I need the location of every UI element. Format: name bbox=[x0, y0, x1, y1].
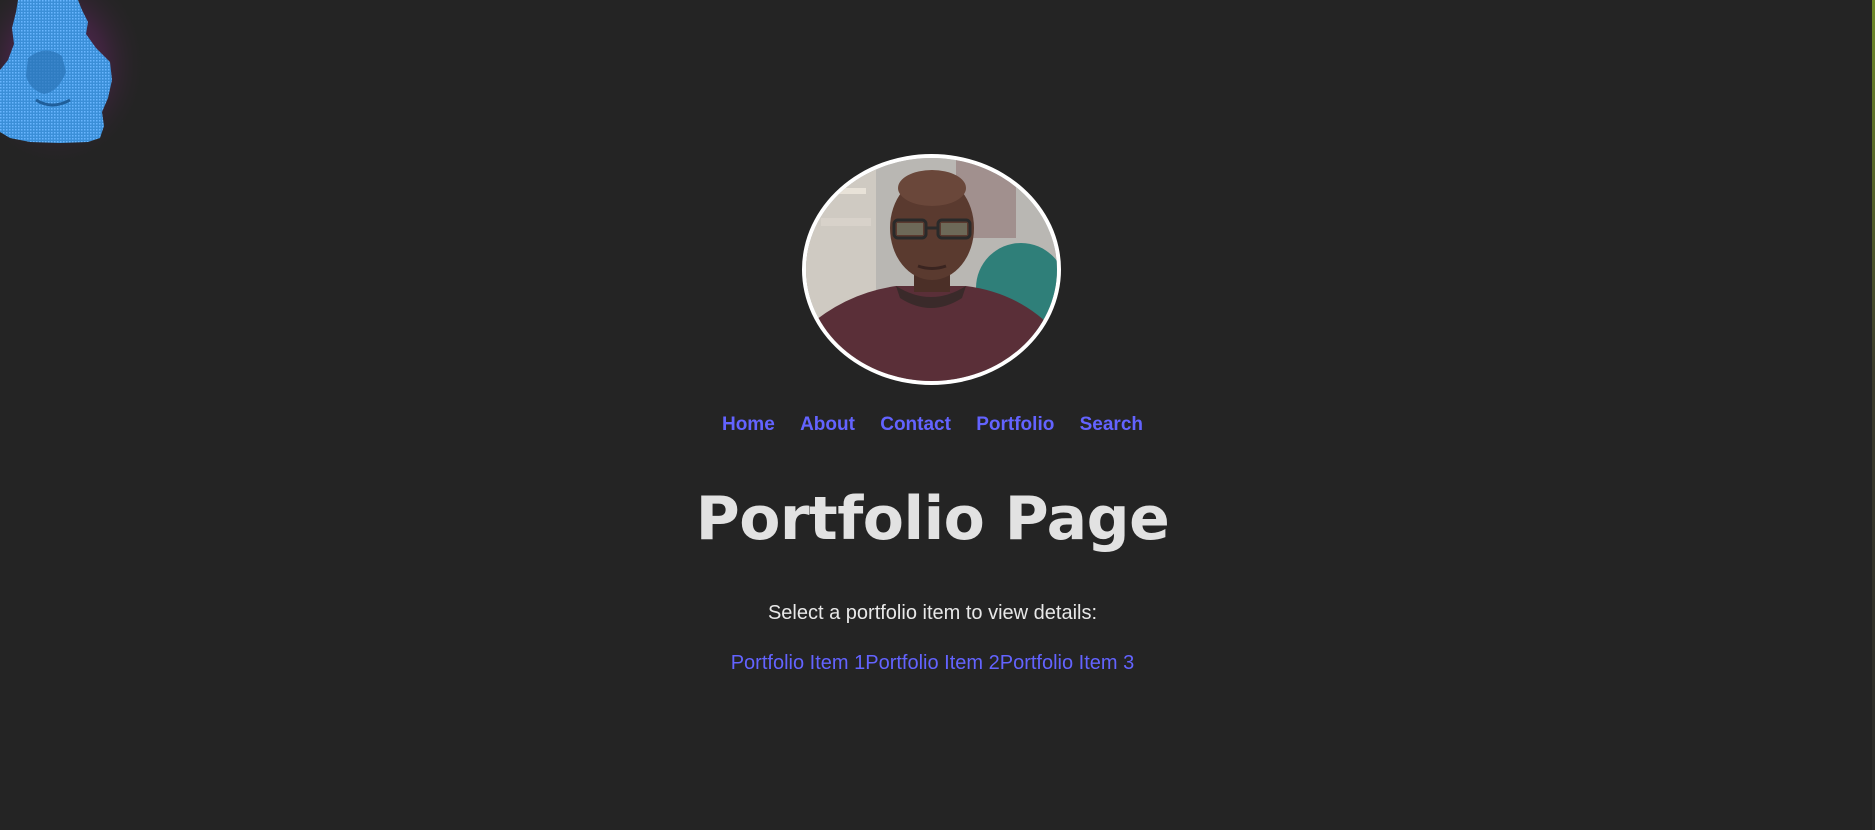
portfolio-prompt: Select a portfolio item to view details: bbox=[767, 602, 1098, 624]
nav-link-home[interactable]: Home bbox=[722, 414, 775, 435]
pixelated-bust-icon[interactable] bbox=[0, 0, 150, 170]
nav-link-contact[interactable]: Contact bbox=[880, 414, 951, 435]
avatar bbox=[802, 154, 1061, 385]
page-title: Portfolio Page bbox=[695, 484, 1170, 554]
page: Home About Contact Portfolio Search Port… bbox=[0, 0, 1875, 830]
nav-link-portfolio[interactable]: Portfolio bbox=[976, 414, 1054, 435]
portfolio-item-link-1[interactable]: Portfolio Item 1 bbox=[731, 652, 866, 674]
portfolio-item-list: Portfolio Item 1Portfolio Item 2Portfoli… bbox=[0, 652, 1865, 675]
nav-link-search[interactable]: Search bbox=[1080, 414, 1143, 435]
main-nav: Home About Contact Portfolio Search bbox=[0, 414, 1865, 436]
portfolio-item-link-2[interactable]: Portfolio Item 2 bbox=[865, 652, 1000, 674]
portfolio-item-link-3[interactable]: Portfolio Item 3 bbox=[1000, 652, 1135, 674]
nav-link-about[interactable]: About bbox=[800, 414, 855, 435]
